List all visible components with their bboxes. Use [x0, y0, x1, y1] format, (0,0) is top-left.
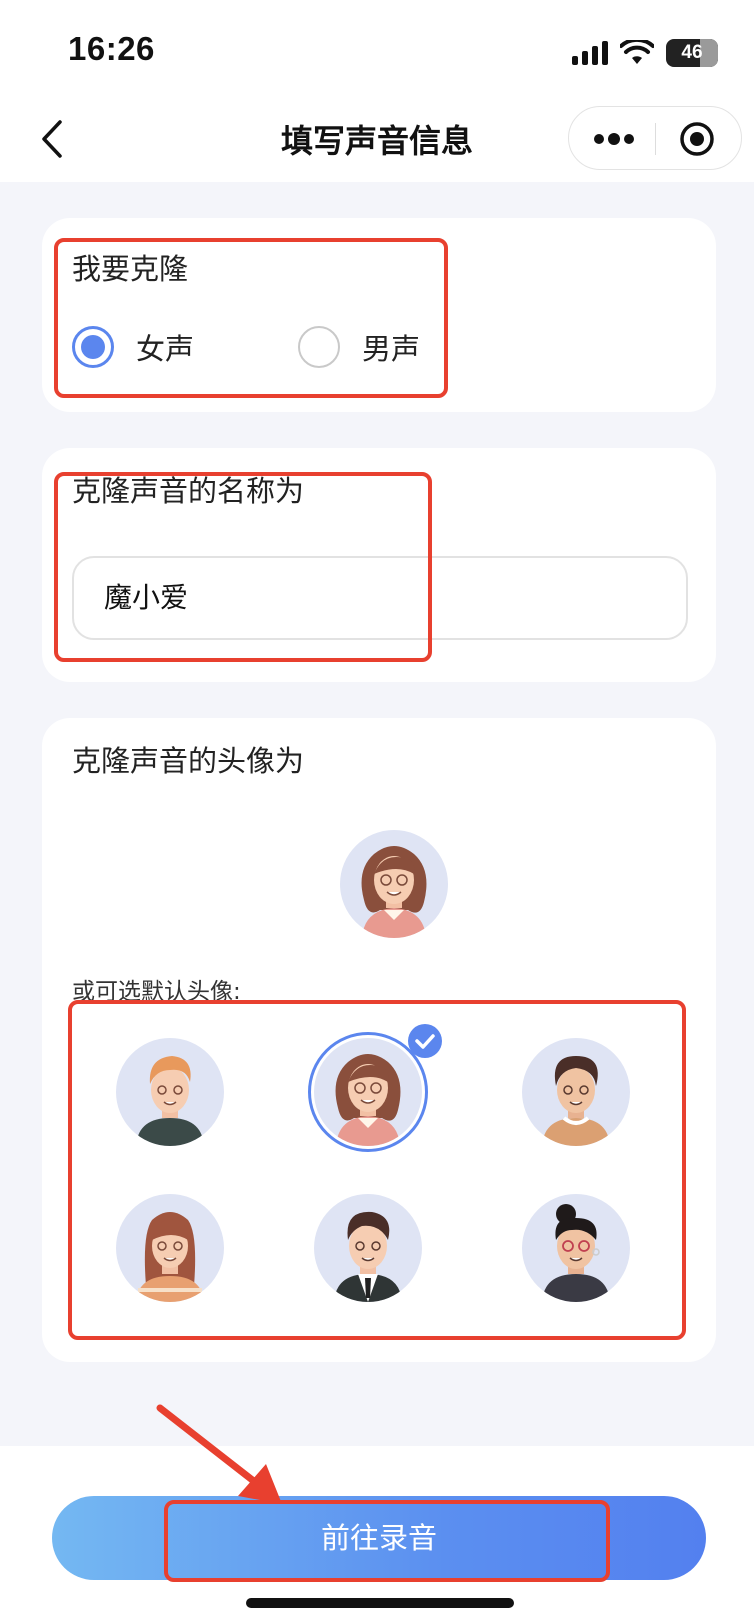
woman-curly-avatar-icon — [361, 846, 427, 938]
home-indicator — [246, 1598, 514, 1608]
battery-level: 46 — [681, 42, 703, 63]
highlight-record-button — [164, 1500, 610, 1582]
status-icons: 46 — [572, 38, 718, 68]
status-time: 16:26 — [68, 30, 155, 67]
signal-icon — [572, 41, 608, 65]
battery-icon: 46 — [666, 39, 718, 67]
highlight-name — [54, 472, 432, 662]
mini-program-capsule — [568, 106, 742, 170]
status-bar: 16:26 46 — [0, 0, 754, 100]
close-miniprogram-icon[interactable] — [679, 121, 715, 157]
highlight-gender — [54, 238, 448, 398]
arrow-icon — [156, 1404, 282, 1504]
nav-bar: 填写声音信息 — [0, 100, 754, 182]
avatar-title: 克隆声音的头像为 — [72, 744, 305, 778]
more-icon[interactable] — [593, 129, 635, 149]
selected-avatar[interactable] — [340, 830, 448, 938]
wifi-icon — [620, 40, 654, 64]
highlight-avatars — [68, 1000, 686, 1340]
